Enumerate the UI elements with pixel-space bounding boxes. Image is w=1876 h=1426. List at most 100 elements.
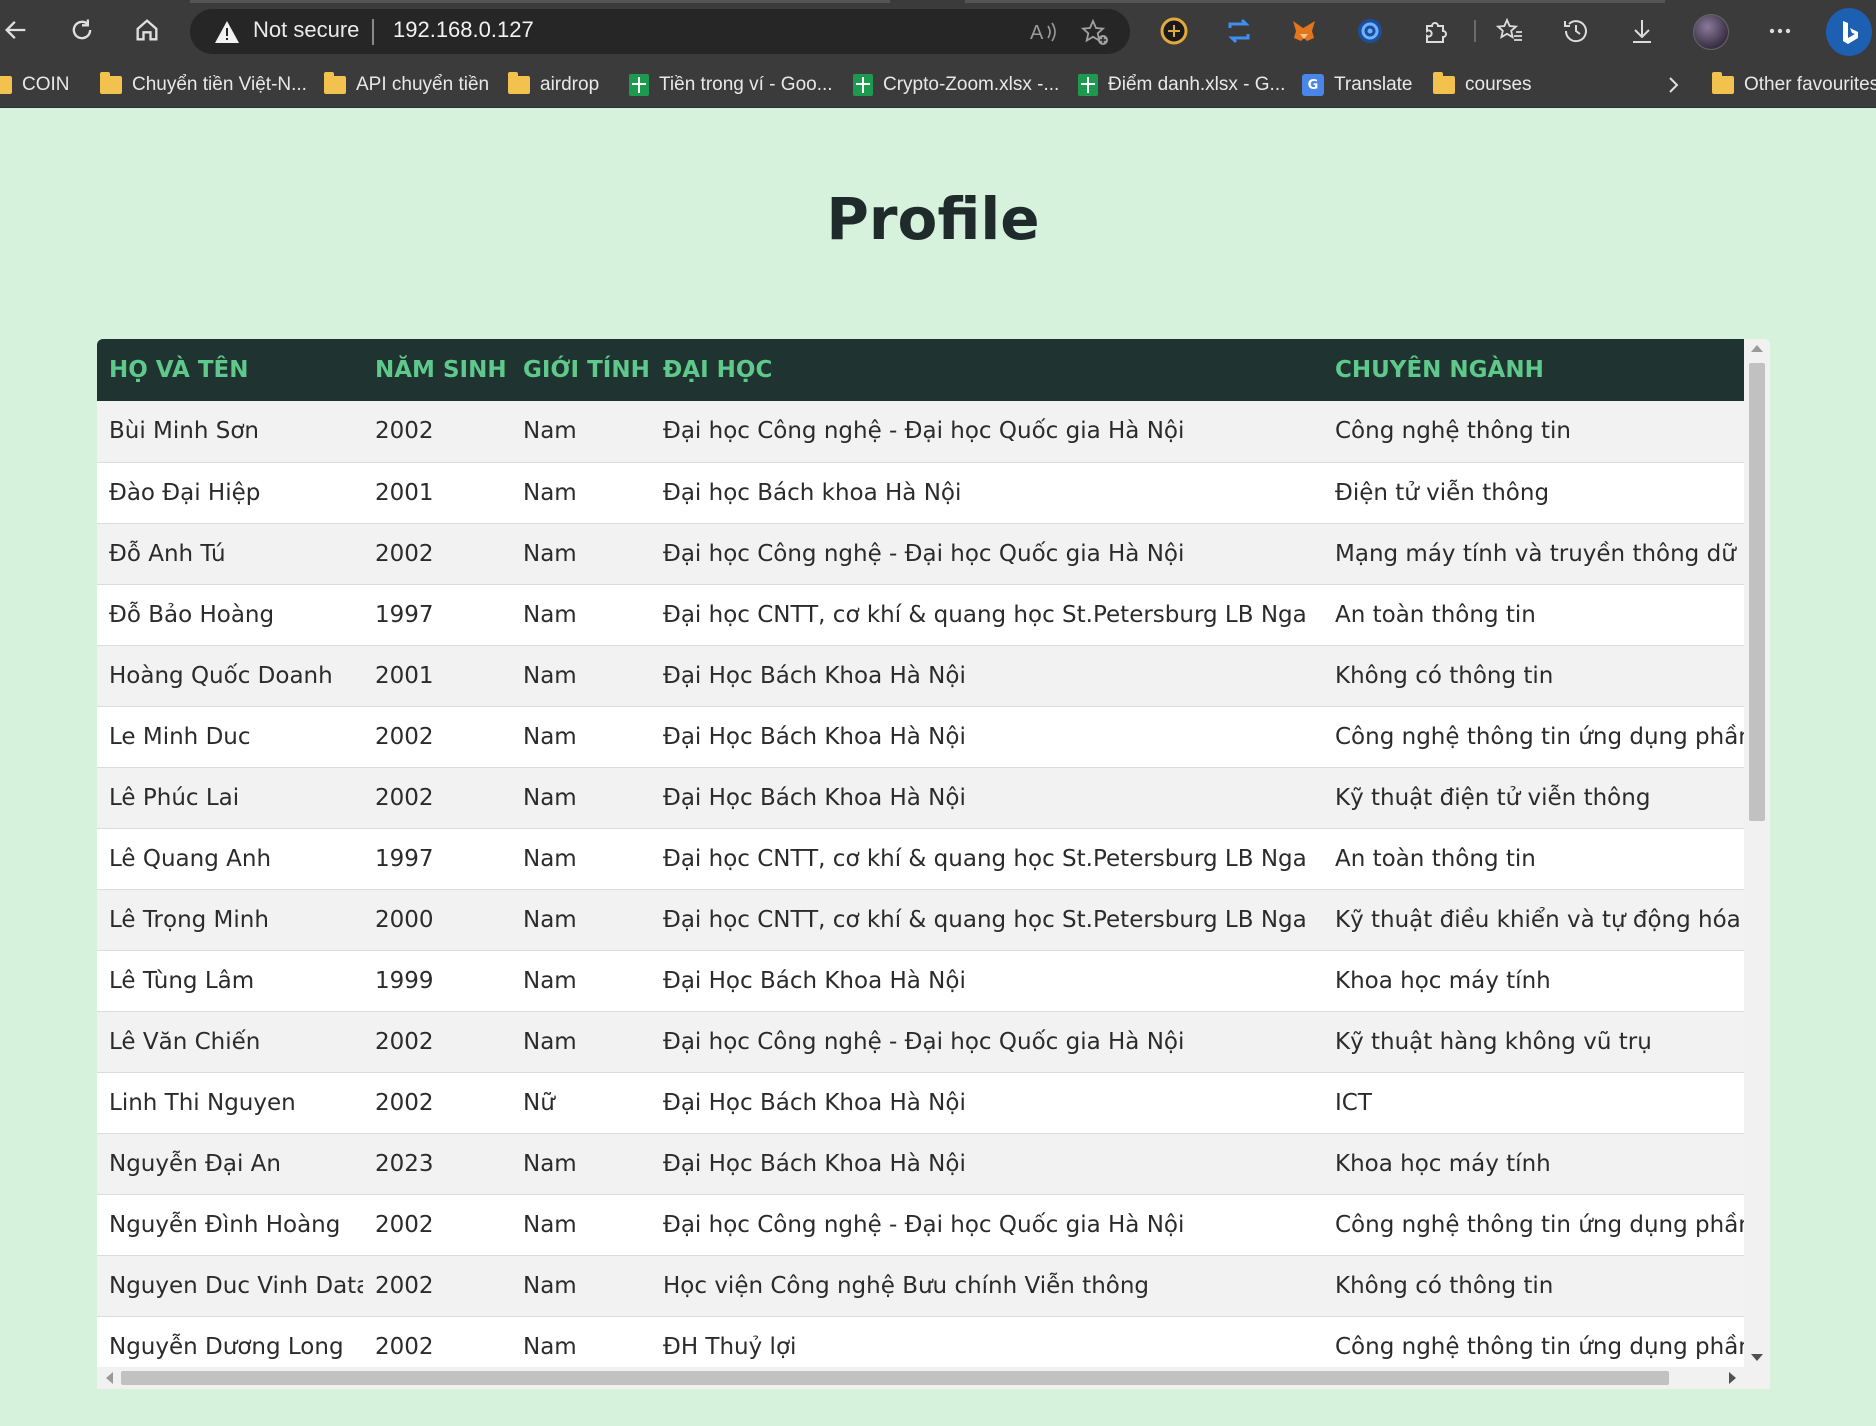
cell-major: Công nghệ thông tin ứng dụng phần mềm (1323, 1194, 1744, 1256)
cell-gender: Nam (511, 706, 651, 768)
cell-gender: Nam (511, 1133, 651, 1195)
scroll-left-icon[interactable] (106, 1372, 113, 1384)
cell-gender: Nam (511, 462, 651, 524)
google-sheets-icon (1078, 74, 1098, 96)
address-separator (372, 19, 374, 45)
security-status[interactable]: Not secure (253, 17, 359, 43)
folder-icon (0, 76, 12, 94)
warning-icon (215, 21, 239, 43)
bookmark-label: courses (1465, 74, 1532, 95)
cell-university: Đại học CNTT, cơ khí & quang học St.Pete… (651, 584, 1323, 646)
cell-major: Khoa học máy tính (1323, 1133, 1744, 1195)
table-row: Nguyễn Đại An 2023 Nam Đại Học Bách Khoa Hà… (97, 1133, 1744, 1195)
folder-icon (508, 72, 530, 94)
retweet-extension-icon[interactable] (1222, 14, 1256, 48)
cell-university: Đại Học Bách Khoa Hà Nội (651, 645, 1323, 707)
table-header-row: HỌ VÀ TÊN NĂM SINH GIỚI TÍNH ĐẠI HỌC CHU… (97, 339, 1744, 401)
chevron-right-icon[interactable] (1658, 70, 1688, 100)
downloads-icon[interactable] (1625, 14, 1659, 48)
back-icon[interactable] (0, 10, 36, 50)
browser-toolbar: Not secure 192.168.0.127 A (0, 0, 1876, 62)
address-bar[interactable]: Not secure 192.168.0.127 A (190, 9, 1130, 54)
refresh-icon[interactable] (62, 10, 102, 50)
page-title: Profile (826, 185, 1040, 253)
url-text[interactable]: 192.168.0.127 (393, 17, 534, 43)
folder-icon (100, 72, 122, 94)
cell-major: Kỹ thuật hàng không vũ trụ (1323, 1011, 1744, 1073)
cell-gender: Nam (511, 401, 651, 463)
header-university: ĐẠI HỌC (651, 339, 1323, 401)
cell-name: Nguyễn Đại An (97, 1133, 363, 1195)
cell-major: Công nghệ thông tin ứng dụng phần mềm (1323, 706, 1744, 768)
horizontal-scrollbar[interactable] (97, 1367, 1770, 1389)
table-row: Đào Đại Hiệp 2001 Nam Đại học Bách khoa Hà … (97, 462, 1744, 524)
cell-university: Đại Học Bách Khoa Hà Nội (651, 950, 1323, 1012)
bing-copilot-icon[interactable] (1826, 8, 1872, 56)
bookmark-item[interactable]: Điểm danh.xlsx - G... (1078, 62, 1285, 108)
bookmark-item[interactable]: COIN (0, 62, 70, 108)
vertical-scroll-thumb[interactable] (1749, 363, 1765, 821)
cell-name: Đào Đại Hiệp (97, 462, 363, 524)
scroll-up-icon[interactable] (1751, 345, 1763, 352)
read-aloud-icon[interactable]: A (1028, 18, 1058, 46)
bookmark-item[interactable]: Chuyển tiền Việt-N... (100, 62, 307, 108)
vertical-scrollbar[interactable] (1744, 339, 1770, 1367)
home-icon[interactable] (127, 10, 167, 50)
scroll-right-icon[interactable] (1729, 1372, 1736, 1384)
add-favorite-icon[interactable] (1080, 18, 1110, 48)
cell-birth-year: 2002 (363, 1194, 511, 1256)
bookmark-item[interactable]: Crypto-Zoom.xlsx -... (853, 62, 1059, 108)
cell-name: Linh Thi Nguyen (97, 1072, 363, 1134)
bookmark-item[interactable]: courses (1433, 62, 1532, 108)
cell-university: Đại học Công nghệ - Đại học Quốc gia Hà … (651, 401, 1323, 463)
cell-major: Công nghệ thông tin (1323, 401, 1744, 463)
folder-icon (1712, 72, 1734, 94)
metamask-icon[interactable] (1287, 14, 1321, 48)
horizontal-scroll-thumb[interactable] (121, 1371, 1669, 1385)
cell-major: Kỹ thuật điều khiển và tự động hóa (1323, 889, 1744, 951)
header-major: CHUYÊN NGÀNH (1323, 339, 1744, 401)
bookmark-item[interactable]: API chuyển tiền (324, 62, 489, 108)
tab-strip-edge (190, 0, 890, 3)
bookmark-item[interactable]: Tiền trong ví - Goo... (629, 62, 833, 108)
table-row: Lê Trọng Minh 2000 Nam Đại học CNTT, cơ khí… (97, 889, 1744, 951)
bookmark-label: COIN (22, 74, 70, 95)
cell-university: Đại học CNTT, cơ khí & quang học St.Pete… (651, 828, 1323, 890)
target-extension-icon[interactable] (1353, 14, 1387, 48)
scroll-down-icon[interactable] (1751, 1354, 1763, 1361)
tab-strip-edge (965, 0, 1665, 3)
extensions-puzzle-icon[interactable] (1419, 14, 1453, 48)
other-favourites[interactable]: Other favourites (1712, 62, 1876, 108)
table-row: Le Minh Duc 2002 Nam Đại Học Bách Khoa Hà N… (97, 706, 1744, 768)
extension-icon[interactable] (1157, 14, 1191, 48)
favorites-icon[interactable] (1493, 14, 1527, 48)
bookmark-item[interactable]: airdrop (508, 62, 599, 108)
svg-text:A: A (1030, 22, 1044, 44)
cell-university: Đại học Bách khoa Hà Nội (651, 462, 1323, 524)
bookmark-label: Other favourites (1744, 74, 1876, 95)
cell-birth-year: 2002 (363, 523, 511, 585)
cell-name: Đỗ Anh Tú (97, 523, 363, 585)
cell-gender: Nữ (511, 1072, 651, 1134)
history-icon[interactable] (1559, 14, 1593, 48)
cell-name: Lê Tùng Lâm (97, 950, 363, 1012)
bookmarks-bar: COIN Chuyển tiền Việt-N... API chuyển ti… (0, 62, 1876, 108)
table-row: Lê Quang Anh 1997 Nam Đại học CNTT, cơ khí … (97, 828, 1744, 890)
cell-major: Khoa học máy tính (1323, 950, 1744, 1012)
more-options-icon[interactable] (1763, 14, 1797, 48)
table-row: Bùi Minh Sơn 2002 Nam Đại học Công nghệ - Đ… (97, 401, 1744, 463)
bookmark-label: Chuyển tiền Việt-N... (132, 74, 307, 95)
cell-name: Lê Phúc Lai (97, 767, 363, 829)
folder-icon (324, 72, 346, 94)
cell-gender: Nam (511, 828, 651, 890)
cell-major: Không có thông tin (1323, 1255, 1744, 1317)
profile-avatar[interactable] (1693, 14, 1729, 50)
cell-major: Không có thông tin (1323, 645, 1744, 707)
google-translate-icon: G (1302, 74, 1324, 96)
cell-major: An toàn thông tin (1323, 584, 1744, 646)
cell-university: Học viện Công nghệ Bưu chính Viễn thông (651, 1255, 1323, 1317)
bookmark-item[interactable]: G Translate (1302, 62, 1413, 108)
cell-gender: Nam (511, 1194, 651, 1256)
cell-birth-year: 2002 (363, 1072, 511, 1134)
cell-name: Đỗ Bảo Hoàng (97, 584, 363, 646)
